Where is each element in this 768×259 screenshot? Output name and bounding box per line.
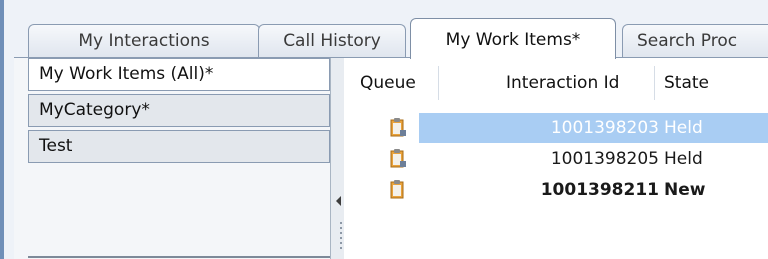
- column-header-queue[interactable]: Queue: [360, 58, 416, 106]
- column-divider[interactable]: [438, 66, 439, 100]
- collapse-arrow-icon[interactable]: [336, 196, 341, 206]
- interaction-id-cell: 1001398205: [550, 149, 659, 169]
- tab-search-processes[interactable]: Search Proc: [622, 24, 768, 58]
- category-item-test[interactable]: Test: [28, 130, 330, 163]
- work-items-table: Queue Interaction Id State 1001398203 He…: [344, 58, 768, 259]
- table-row[interactable]: 1001398203 Held: [344, 113, 768, 143]
- tab-call-history[interactable]: Call History: [258, 24, 406, 58]
- category-list-bottom-border: [28, 256, 332, 258]
- tab-my-interactions[interactable]: My Interactions: [28, 24, 260, 58]
- table-row[interactable]: 1001398211 New: [344, 175, 768, 205]
- column-header-state[interactable]: State: [664, 58, 709, 106]
- category-list: My Work Items (All)* MyCategory* Test: [14, 58, 336, 259]
- clipboard-queue-icon: [390, 118, 406, 137]
- column-divider[interactable]: [654, 66, 655, 100]
- interaction-id-cell: 1001398203: [550, 118, 659, 138]
- clipboard-queue-icon: [390, 149, 406, 168]
- category-item-mycategory[interactable]: MyCategory*: [28, 94, 330, 127]
- interaction-id-cell: 1001398211: [540, 180, 659, 200]
- splitter-grip-icon: [340, 222, 342, 252]
- tab-baseline: [14, 57, 768, 58]
- state-cell: Held: [664, 118, 703, 138]
- table-row[interactable]: 1001398205 Held: [344, 144, 768, 174]
- pane-splitter[interactable]: [330, 58, 344, 259]
- tab-strip: My Interactions Call History My Work Ite…: [14, 0, 768, 59]
- tab-my-work-items[interactable]: My Work Items*: [410, 18, 616, 59]
- category-item-my-work-items-all[interactable]: My Work Items (All)*: [28, 58, 330, 91]
- column-header-interaction-id[interactable]: Interaction Id: [506, 58, 619, 106]
- state-cell: New: [664, 180, 706, 200]
- clipboard-queue-icon: [390, 180, 404, 199]
- state-cell: Held: [664, 149, 703, 169]
